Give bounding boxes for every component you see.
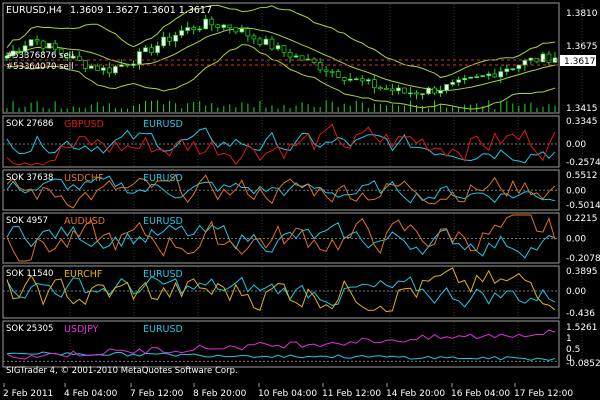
panel-axis-tick: 0.00 <box>566 186 586 196</box>
panel-axis-tick: 0.00 <box>566 140 586 150</box>
panel-sok-label: SOK 25305 <box>6 324 53 334</box>
price-tick-4: 1.3415 <box>566 104 598 114</box>
main-chart-frame <box>2 2 560 114</box>
current-price-label: 1.3617 <box>564 57 596 67</box>
panel-ref-label: EURUSD <box>143 119 183 130</box>
panel-symbol-label: EURCHF <box>64 269 102 280</box>
panel-sok-label: SOK 11540 <box>6 269 53 279</box>
time-axis-label: 4 Feb 04:00 <box>64 389 118 399</box>
panel-symbol-label: USDCHF <box>64 173 104 184</box>
panel-symbol-label: AUDUSD <box>64 216 105 227</box>
time-axis-label: 10 Feb 04:00 <box>258 389 317 399</box>
price-tick-1: 1.3810 <box>566 9 598 19</box>
indicator-panel-usdjpy[interactable]: SOK 25305 USDJPY EURUSD 1.526110.50-0.0852 <box>2 320 600 369</box>
panel-axis-tick: 0.00 <box>566 234 586 244</box>
panel-axis-tick: 0.3895 <box>566 267 598 277</box>
indicator-panel-audusd[interactable]: SOK 4957 AUDUSD EURUSD 0.2215 0.00 -0.2078 <box>2 212 600 264</box>
panel-sok-label: SOK 37638 <box>6 173 53 183</box>
candlestick[interactable] <box>46 42 52 49</box>
panel-axis-tick: 0.3345 <box>566 117 598 127</box>
order-label-2[interactable]: #53364070 sell <box>6 62 73 72</box>
indicator-panels: SOK 27686 GBPUSD EURUSD 0.33450.00-0.2574SO… <box>2 115 600 369</box>
panel-axis-tick: 1.5261 <box>566 323 598 333</box>
time-axis-label: 8 Feb 20:00 <box>193 389 247 399</box>
time-axis: 2 Feb 2011 4 Feb 04:00 7 Feb 12:00 8 Feb 20… <box>3 383 573 399</box>
time-axis-label: 7 Feb 12:00 <box>130 389 184 399</box>
panel-axis-tick: 0.00 <box>566 287 586 297</box>
candlestick[interactable] <box>468 76 474 79</box>
panel-ref-label: EURUSD <box>143 324 183 335</box>
price-tick-2: 1.3675 <box>566 42 598 52</box>
price-axis: 1.3810 1.3675 1.3415 1.3617 <box>560 9 598 114</box>
panel-axis-tick: -0.2078 <box>566 254 600 264</box>
indicator-panel-gbpusd[interactable]: SOK 27686 GBPUSD EURUSD 0.3345 0.00 -0.2574 <box>2 115 600 168</box>
copyright-watermark: SIGTrader 4, © 2001-2010 MetaQuotes Soft… <box>6 366 238 376</box>
panel-symbol-label: GBPUSD <box>64 119 104 130</box>
panel-axis-tick: -0.5014 <box>566 201 600 211</box>
panel-ref-label: EURUSD <box>143 173 183 184</box>
panel-axis-tick: -0.2574 <box>566 158 600 168</box>
trading-terminal-chart[interactable]: EURUSD,H4 1.3609 1.3627 1.3601 1.3617 #5… <box>0 0 600 400</box>
panel-axis-tick: 0.5512 <box>566 171 598 181</box>
time-axis-label: 14 Feb 20:00 <box>386 389 445 399</box>
panel-axis-tick: 1 <box>566 334 572 344</box>
candlestick[interactable] <box>480 74 486 78</box>
time-axis-label: 11 Feb 12:00 <box>322 389 381 399</box>
panel-axis-tick: -0.0852 <box>566 359 600 369</box>
time-axis-label: 16 Feb 04:00 <box>451 389 510 399</box>
candlestick[interactable] <box>402 87 407 94</box>
panel-ref-label: EURUSD <box>143 269 183 280</box>
indicator-panel-usdchf[interactable]: SOK 37638 USDCHF EURUSD 0.5512 0.00 -0.5014 <box>2 169 600 211</box>
panel-sok-label: SOK 27686 <box>6 119 53 129</box>
panel-symbol-label: USDJPY <box>64 324 99 335</box>
panel-ref-label: EURUSD <box>143 216 183 227</box>
candlestick[interactable] <box>426 86 431 96</box>
time-axis-label: 17 Feb 12:00 <box>514 389 573 399</box>
panel-axis-tick: 0.2215 <box>566 214 598 224</box>
chart-ohlc-readout: 1.3609 1.3627 1.3601 1.3617 <box>70 5 212 16</box>
candlestick[interactable] <box>28 39 34 47</box>
panel-axis-tick: -0.436 <box>566 309 595 319</box>
time-axis-label: 2 Feb 2011 <box>3 389 53 399</box>
chart-symbol-title: EURUSD,H4 <box>6 5 62 16</box>
panel-sok-label: SOK 4957 <box>6 216 48 226</box>
indicator-panel-eurchf[interactable]: SOK 11540 EURCHF EURUSD 0.3895 0.00 -0.436 <box>2 265 598 319</box>
